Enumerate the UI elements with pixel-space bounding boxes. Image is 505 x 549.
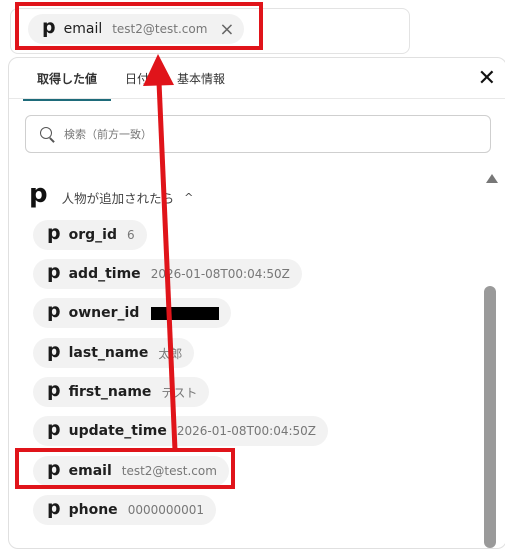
arrow-icon	[143, 54, 178, 451]
